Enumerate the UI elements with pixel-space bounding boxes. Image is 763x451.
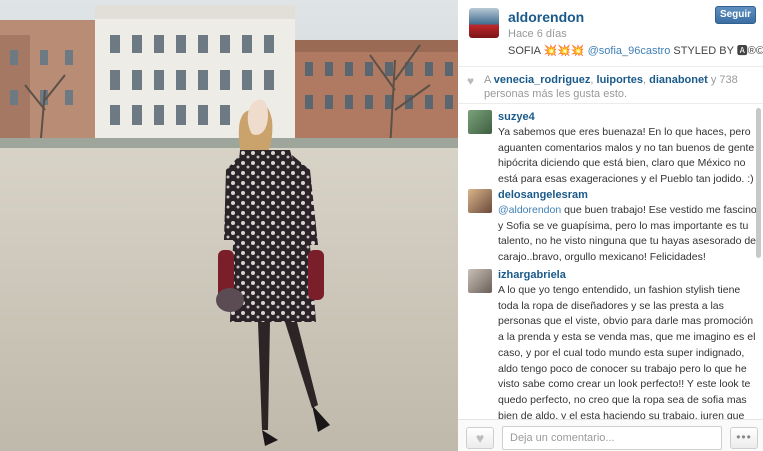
- commenter-username[interactable]: delosangelesram: [498, 189, 588, 201]
- liker-link[interactable]: dianabonet: [649, 74, 708, 86]
- post-timestamp: Hace 6 días: [508, 28, 567, 40]
- post-caption: SOFIA 💥💥💥 @sofia_96castro STYLED BY 🅰®©: [508, 42, 763, 58]
- commenter-avatar[interactable]: [468, 110, 492, 134]
- comments-list[interactable]: suzye4 Ya sabemos que eres buenaza! En l…: [458, 104, 763, 419]
- comment-text: A lo que yo tengo entendido, un fashion …: [498, 284, 756, 419]
- likes-summary: ♥ A venecia_rodriguez, luiportes, dianab…: [458, 66, 763, 104]
- likes-suffix: personas más les gusta esto.: [484, 88, 628, 100]
- likes-count: y 738: [710, 74, 738, 86]
- more-options-button[interactable]: •••: [730, 427, 758, 449]
- comment-input[interactable]: [502, 426, 722, 450]
- comments-scrollbar[interactable]: [756, 108, 761, 258]
- comment-text: Ya sabemos que eres buenaza! En lo que h…: [498, 126, 755, 186]
- commenter-username[interactable]: suzye4: [498, 111, 535, 123]
- likes-separator: ,: [642, 74, 647, 86]
- follow-button[interactable]: Seguir: [715, 6, 756, 24]
- caption-text: SOFIA: [508, 45, 541, 57]
- comment-text: @aldorendon que buen trabajo! Ese vestid…: [498, 203, 760, 266]
- author-avatar[interactable]: [469, 8, 499, 38]
- caption-suffix: STYLED BY 🅰®©: [673, 45, 763, 57]
- heart-icon: ♥: [467, 74, 475, 88]
- commenter-username[interactable]: izhargabriela: [498, 269, 566, 281]
- liker-link[interactable]: luiportes: [597, 74, 643, 86]
- heart-icon: ♥: [475, 430, 485, 446]
- post-image: [0, 0, 458, 451]
- comment-footer: ♥ •••: [458, 419, 763, 451]
- likes-prefix: A: [484, 74, 491, 86]
- likes-separator: ,: [590, 74, 594, 86]
- commenter-avatar[interactable]: [468, 189, 492, 213]
- post-photo[interactable]: [0, 0, 458, 451]
- comment-mention[interactable]: @aldorendon: [498, 204, 561, 216]
- post-header: aldorendon Hace 6 días SOFIA 💥💥💥 @sofia_…: [458, 0, 763, 62]
- commenter-avatar[interactable]: [468, 269, 492, 293]
- liker-link[interactable]: venecia_rodriguez: [494, 74, 591, 86]
- post-details-panel: aldorendon Hace 6 días SOFIA 💥💥💥 @sofia_…: [458, 0, 763, 451]
- author-username[interactable]: aldorendon: [508, 9, 584, 25]
- caption-emoji: 💥💥💥: [543, 45, 585, 57]
- caption-mention[interactable]: @sofia_96castro: [588, 45, 671, 57]
- like-button[interactable]: ♥: [466, 427, 494, 449]
